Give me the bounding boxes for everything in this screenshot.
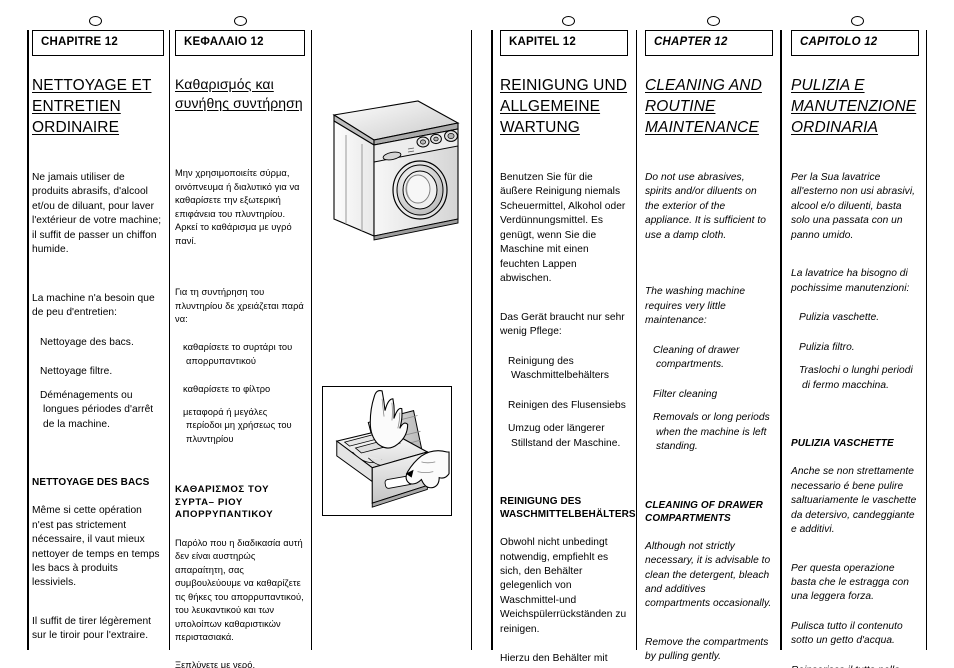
column-german: KAPITEL 12 REINIGUNG UND ALLGEMEINE WART… [500,30,636,668]
chapter-label-french: CHAPITRE 12 [41,36,118,48]
detergent-drawer-illustration [335,390,450,508]
drawer-illustration-box [322,386,452,516]
section-title-english: CLEANING AND ROUTINE MAINTENANCE [645,75,773,139]
body-paragraph: Remove the compartments by pulling gentl… [645,636,769,663]
subhead-english: CLEANING OF DRAWER COMPARTMENTS [645,499,763,524]
manual-page: CHAPITRE 12 NETTOYAGE ET ENTRETIEN ORDIN… [0,0,954,668]
hole-marker-icon-3 [562,16,575,26]
subhead-french: NETTOYAGE DES BACS [32,477,150,489]
title-line: ROUTINE [645,98,716,116]
title-line: NETTOYAGE ET [32,76,152,94]
chapter-box-english: CHAPTER 12 [645,30,773,56]
title-line: REINIGUNG UND [500,76,628,94]
maintenance-lead-greek: Για τη συντήρηση του πλυντηρίου δε χρειά… [175,287,304,325]
intro-paragraph-english: Do not use abrasives, spirits and/or dil… [645,171,766,241]
maintenance-lead-french: La machine n'a besoin que de peu d'entre… [32,292,155,319]
subhead-italian: PULIZIA VASCHETTE [791,438,894,450]
body-paragraph: Per questa operazione basta che le estra… [791,562,909,603]
chapter-box-italian: CAPITOLO 12 [791,30,919,56]
maintenance-item: Umzug oder längerer Stillstand der Masch… [508,423,621,449]
column-greek: ΚΕΦΑΛΑΙΟ 12 Καθαρισμός και συνήθης συντή… [175,30,305,668]
title-line: PULIZIA E [791,76,865,94]
column-rule-left-edge [27,30,29,650]
maintenance-lead-english: The washing machine requires very little… [645,286,746,327]
column-rule-de-start [491,30,493,650]
chapter-box-french: CHAPITRE 12 [32,30,164,56]
column-rule-center-right [471,30,472,650]
body-paragraph: Reinserisca il tutto nella propria sede. [791,664,919,668]
title-line: MAINTENANCE [645,119,759,137]
title-line: Καθαρισμός και [175,75,274,92]
chapter-label-greek: ΚΕΦΑΛΑΙΟ 12 [184,36,264,48]
section-title-german: REINIGUNG UND ALLGEMEINE WARTUNG [500,75,628,139]
maintenance-lead-german: Das Gerät braucht nur sehr wenig Pflege: [500,311,625,338]
section-title-italian: PULIZIA E MANUTENZIONE ORDINARIA [791,75,919,139]
hole-marker-icon-5 [851,16,864,26]
maintenance-item: Nettoyage des bacs. [40,336,134,348]
intro-paragraph-french: Ne jamais utiliser de produits abrasifs,… [32,171,162,256]
body-paragraph: Obwohl nicht unbedingt notwendig, empfie… [500,537,627,635]
chapter-label-german: KAPITEL 12 [509,36,576,48]
maintenance-item: μεταφορά ή μεγάλες περίοδοι μη χρήσεως τ… [183,406,292,444]
maintenance-item: Reinigen des Flusensiebs [508,399,626,411]
intro-paragraph-italian: Per la Sua lavatrice all'esterno non usi… [791,171,916,241]
hole-marker-icon-4 [707,16,720,26]
body-paragraph: Il suffit de tirer légèrement sur le tir… [32,615,152,642]
maintenance-item: Pulizia vaschette. [799,312,880,324]
hole-marker-icon-1 [89,16,102,26]
maintenance-item: Cleaning of drawer compartments. [653,344,740,371]
column-rule-right-edge [926,30,927,650]
column-italian: CAPITOLO 12 PULIZIA E MANUTENZIONE ORDIN… [791,30,919,668]
body-paragraph: Même si cette opération n'est pas strict… [32,505,160,589]
maintenance-item: Nettoyage filtre. [40,366,113,378]
maintenance-item: Filter cleaning [653,388,718,400]
body-paragraph: Παρόλο που η διαδικασία αυτή δεν είναι α… [175,537,304,642]
column-english: CHAPTER 12 CLEANING AND ROUTINE MAINTENA… [645,30,773,668]
chapter-box-german: KAPITEL 12 [500,30,628,56]
washing-machine-illustration [332,100,460,241]
title-line: συνήθης συντήρηση [175,94,303,111]
hole-marker-icon-2 [234,16,247,26]
maintenance-item: καθαρίσετε το φίλτρο [183,384,271,395]
intro-paragraph-german: Benutzen Sie für die äußere Reinigung ni… [500,171,626,285]
column-french: CHAPITRE 12 NETTOYAGE ET ENTRETIEN ORDIN… [32,30,164,668]
column-rule-gr-center [311,30,312,650]
maintenance-item: Removals or long periods when the machin… [653,412,770,453]
title-line: CLEANING AND [645,76,762,94]
title-line: WARTUNG [500,119,580,137]
title-line: ALLGEMEINE [500,98,601,116]
column-rule-en-it [780,30,782,650]
maintenance-lead-italian: La lavatrice ha bisogno di pochissime ma… [791,268,910,294]
title-line: ORDINARIA [791,119,879,137]
column-rule-de-en [636,30,637,650]
chapter-label-italian: CAPITOLO 12 [800,36,878,48]
maintenance-item: Reinigung des Waschmittelbehälters [508,355,610,382]
chapter-box-greek: ΚΕΦΑΛΑΙΟ 12 [175,30,305,56]
title-line: ORDINAIRE [32,119,120,137]
maintenance-item: Pulizia filtro. [799,341,855,353]
subhead-german: REINIGUNG DES WASCHMITTELBEHÄLTERS [500,496,636,521]
body-paragraph: Ξεπλύνετε με νερό. [175,660,256,668]
maintenance-item: Déménagements ou longues périodes d'arrê… [40,389,154,430]
maintenance-item: Traslochi o lunghi periodi di fermo macc… [799,365,913,391]
intro-paragraph-greek: Μην χρησιμοποιείτε σύρμα, οινόπνευμα ή δ… [175,168,300,246]
subhead-greek: ΚΑΘΑΡΙΣΜΟΣ ΤΟΥ ΣΥΡΤΑ– ΡΙΟΥ ΑΠΟΡΡΥΠΑΝΤΙΚΟ… [175,484,274,521]
column-rule-fr-gr [169,30,170,650]
section-title-greek: Καθαρισμός και συνήθης συντήρηση [175,75,305,114]
maintenance-item: καθαρίσετε το συρτάρι του απορρυπαντικού [183,342,293,366]
body-paragraph: Anche se non strettamente necessario é b… [791,466,917,536]
section-title-french: NETTOYAGE ET ENTRETIEN ORDINAIRE [32,75,164,139]
body-paragraph: Pulisca tutto il contenuto sotto un gett… [791,620,903,647]
title-line: MANUTENZIONE [791,98,917,116]
body-paragraph: Hierzu den Behälter mit wenig Kraft hera… [500,653,619,668]
title-line: ENTRETIEN [32,98,121,116]
body-paragraph: Although not strictly necessary, it is a… [645,540,772,610]
chapter-label-english: CHAPTER 12 [654,36,728,48]
